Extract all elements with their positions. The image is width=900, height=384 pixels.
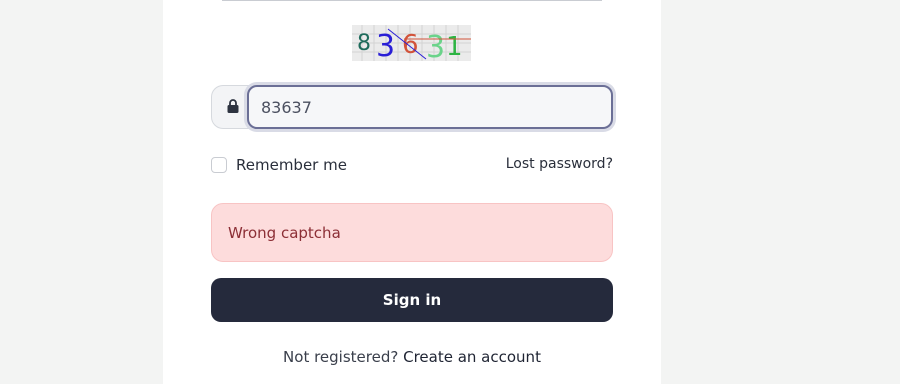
captcha-digit: 6 [402,30,419,60]
lock-icon [227,98,239,117]
captcha-digit: 3 [426,30,445,61]
captcha-digit: 3 [376,29,395,61]
error-message: Wrong captcha [228,223,341,242]
remember-checkbox[interactable] [211,157,227,173]
register-prompt: Not registered? Create an account [211,348,613,366]
error-alert: Wrong captcha [211,203,613,262]
create-account-link[interactable]: Create an account [403,348,541,366]
captcha-digit: 8 [357,31,371,56]
not-registered-text: Not registered? [283,348,399,366]
captcha-input-group [211,85,613,129]
captcha-digit: 1 [446,32,463,61]
captcha-image: 8 3 6 3 1 [352,25,471,61]
captcha-input[interactable] [247,85,613,129]
lost-password-link[interactable]: Lost password? [506,156,613,172]
sign-in-button[interactable]: Sign in [211,278,613,322]
divider [222,0,602,1]
remember-label: Remember me [236,156,347,174]
remember-me[interactable]: Remember me [211,155,347,175]
